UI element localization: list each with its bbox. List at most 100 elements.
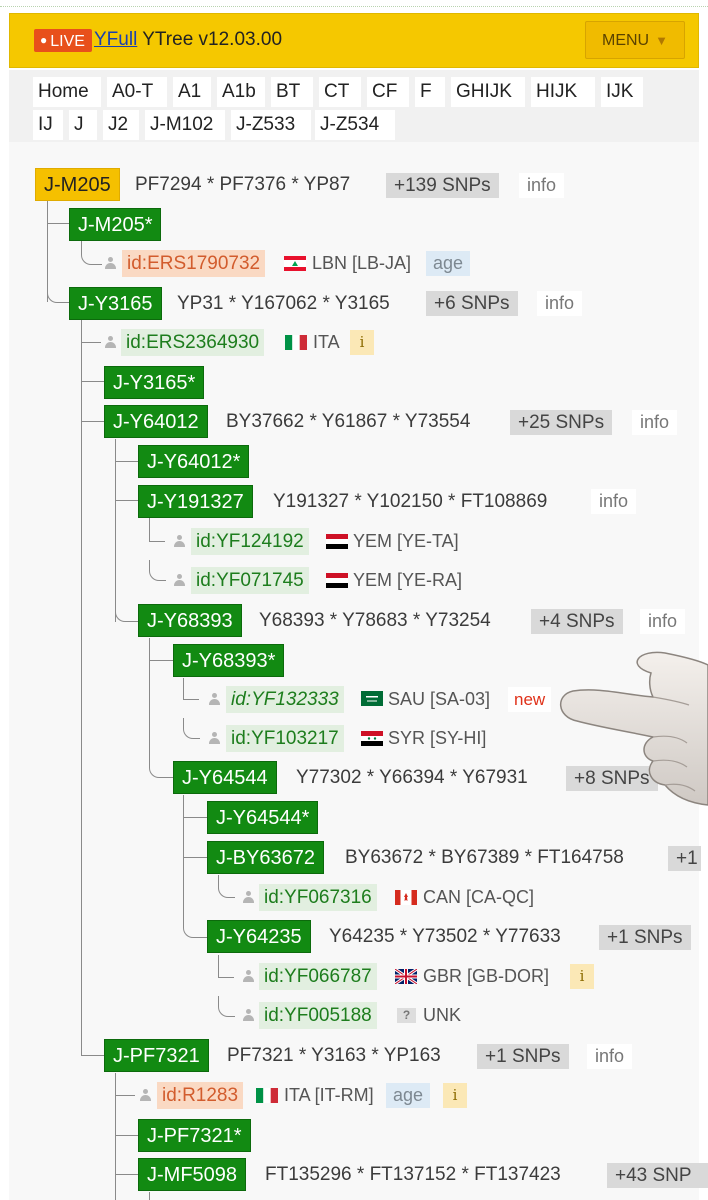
sample-id[interactable]: id:YF067316 xyxy=(259,884,377,911)
info-button[interactable]: info xyxy=(587,1044,633,1069)
tree-connector xyxy=(81,241,102,265)
tree-connector xyxy=(115,600,140,622)
person-icon xyxy=(173,574,186,587)
snp-count-badge[interactable]: +1 SNPs xyxy=(599,925,691,950)
breadcrumb: Home A0-T A1 A1b BT CT CF F GHIJK HIJK I… xyxy=(9,70,699,142)
sample-country: CAN [CA-QC] xyxy=(423,887,535,907)
breadcrumb-item[interactable]: A1b xyxy=(217,77,265,107)
person-icon xyxy=(242,1009,255,1022)
clade-node[interactable]: J-Y191327 xyxy=(138,485,253,518)
info-i-icon[interactable]: i xyxy=(443,1083,467,1108)
sample-id[interactable]: id:YF071745 xyxy=(191,567,309,594)
breadcrumb-item[interactable]: F xyxy=(415,77,445,107)
snp-count-badge[interactable]: +139 SNPs xyxy=(386,173,499,198)
sample-id[interactable]: id:ERS2364930 xyxy=(121,329,265,356)
info-i-icon[interactable]: i xyxy=(350,330,374,355)
info-i-icon[interactable]: i xyxy=(570,964,594,989)
sample-id[interactable]: id:YF132333 xyxy=(226,686,344,713)
sample-id[interactable]: id:YF066787 xyxy=(259,963,377,990)
tree-connector xyxy=(115,461,139,462)
breadcrumb-item[interactable]: BT xyxy=(271,77,313,107)
snp-count-badge[interactable]: +25 SNPs xyxy=(510,410,613,435)
top-edge-strip xyxy=(0,0,708,7)
tree-connector xyxy=(149,638,150,758)
clade-snps: BY63672 * BY67389 * FT164758 xyxy=(345,847,624,868)
breadcrumb-item[interactable]: IJ xyxy=(33,110,63,140)
snp-count-badge[interactable]: +1 SNPs xyxy=(477,1044,569,1069)
breadcrumb-item[interactable]: CT xyxy=(319,77,361,107)
clade-current-root[interactable]: J-M205 xyxy=(35,168,120,201)
site-title: YFull YTree v12.03.00 xyxy=(94,29,282,51)
yfull-link[interactable]: YFull xyxy=(94,29,137,50)
top-header-bar: ● LIVE YFull YTree v12.03.00 MENU ▼ xyxy=(9,13,699,68)
tree-connector xyxy=(81,1055,105,1056)
breadcrumb-item[interactable]: J-Z533 xyxy=(231,110,311,140)
sample-country: SAU [SA-03] xyxy=(388,689,491,709)
ytree-version: YTree v12.03.00 xyxy=(142,29,283,50)
clade-node[interactable]: J-Y68393 xyxy=(138,604,242,637)
clade-node[interactable]: J-Y3165 xyxy=(69,287,162,320)
info-button[interactable]: info xyxy=(632,410,678,435)
snp-count-badge[interactable]: +1 xyxy=(668,846,701,871)
sample-country: ITA [IT-RM] xyxy=(284,1085,374,1105)
menu-button[interactable]: MENU ▼ xyxy=(585,21,685,59)
breadcrumb-item[interactable]: A0-T xyxy=(107,77,167,107)
menu-label: MENU xyxy=(602,32,650,49)
tree-connector xyxy=(183,678,184,699)
breadcrumb-item[interactable]: J2 xyxy=(103,110,139,140)
clade-node[interactable]: J-Y68393* xyxy=(173,644,285,677)
live-badge[interactable]: ● LIVE xyxy=(34,29,92,52)
clade-node[interactable]: J-BY63672 xyxy=(207,841,324,874)
sample-id[interactable]: id:R1283 xyxy=(157,1082,244,1109)
person-icon xyxy=(242,970,255,983)
info-button[interactable]: info xyxy=(519,173,565,198)
tree-connector xyxy=(218,875,235,898)
tree-connector xyxy=(81,320,82,1056)
breadcrumb-item[interactable]: CF xyxy=(367,77,409,107)
tree-connector xyxy=(183,718,200,739)
sample-country: YEM [YE-RA] xyxy=(353,570,463,590)
clade-snps: BY37662 * Y61867 * Y73554 xyxy=(226,411,471,432)
breadcrumb-item[interactable]: J-Z534 xyxy=(315,110,395,140)
clade-snps: Y68393 * Y78683 * Y73254 xyxy=(259,610,491,631)
clade-node[interactable]: J-Y64012* xyxy=(138,445,250,478)
age-button[interactable]: age xyxy=(426,251,471,276)
clade-node[interactable]: J-M205* xyxy=(69,208,162,241)
person-icon xyxy=(208,693,221,706)
snp-count-badge[interactable]: +43 SNP xyxy=(607,1163,708,1188)
tree-connector xyxy=(149,560,166,581)
breadcrumb-item[interactable]: IJK xyxy=(601,77,643,107)
tree-connector xyxy=(115,1073,116,1200)
clade-node[interactable]: J-PF7321 xyxy=(104,1039,209,1072)
age-button[interactable]: age xyxy=(386,1083,431,1108)
info-button[interactable]: info xyxy=(537,291,583,316)
pointing-hand-icon xyxy=(560,651,708,806)
sample-id[interactable]: id:YF124192 xyxy=(191,528,309,555)
breadcrumb-item[interactable]: J-M102 xyxy=(145,110,225,140)
clade-node[interactable]: J-MF5098 xyxy=(138,1158,247,1191)
info-button[interactable]: info xyxy=(591,489,637,514)
breadcrumb-item[interactable]: HIJK xyxy=(531,77,595,107)
tree-connector xyxy=(81,421,105,422)
clade-node[interactable]: J-Y64235 xyxy=(207,920,311,953)
breadcrumb-item[interactable]: A1 xyxy=(173,77,211,107)
sample-id[interactable]: id:ERS1790732 xyxy=(122,250,266,277)
sample-id[interactable]: id:YF005188 xyxy=(259,1002,377,1029)
clade-node[interactable]: J-Y3165* xyxy=(104,366,205,399)
sample-id[interactable]: id:YF103217 xyxy=(226,725,344,752)
clade-node[interactable]: J-PF7321* xyxy=(138,1119,251,1152)
breadcrumb-item[interactable]: GHIJK xyxy=(451,77,525,107)
breadcrumb-item[interactable]: Home xyxy=(33,77,101,107)
clade-node[interactable]: J-Y64544* xyxy=(207,801,319,834)
sample-country: UNK xyxy=(423,1005,462,1025)
syria-flag-icon xyxy=(361,731,383,746)
clade-node[interactable]: J-Y64544 xyxy=(173,761,277,794)
breadcrumb-item[interactable]: J xyxy=(69,110,97,140)
person-icon xyxy=(139,1089,152,1102)
person-icon xyxy=(173,535,186,548)
canada-flag-icon xyxy=(395,890,417,905)
clade-snps: Y191327 * Y102150 * FT108869 xyxy=(273,491,548,512)
unknown-flag-icon: ? xyxy=(397,1008,416,1023)
snp-count-badge[interactable]: +6 SNPs xyxy=(426,291,518,316)
clade-node[interactable]: J-Y64012 xyxy=(104,405,208,438)
